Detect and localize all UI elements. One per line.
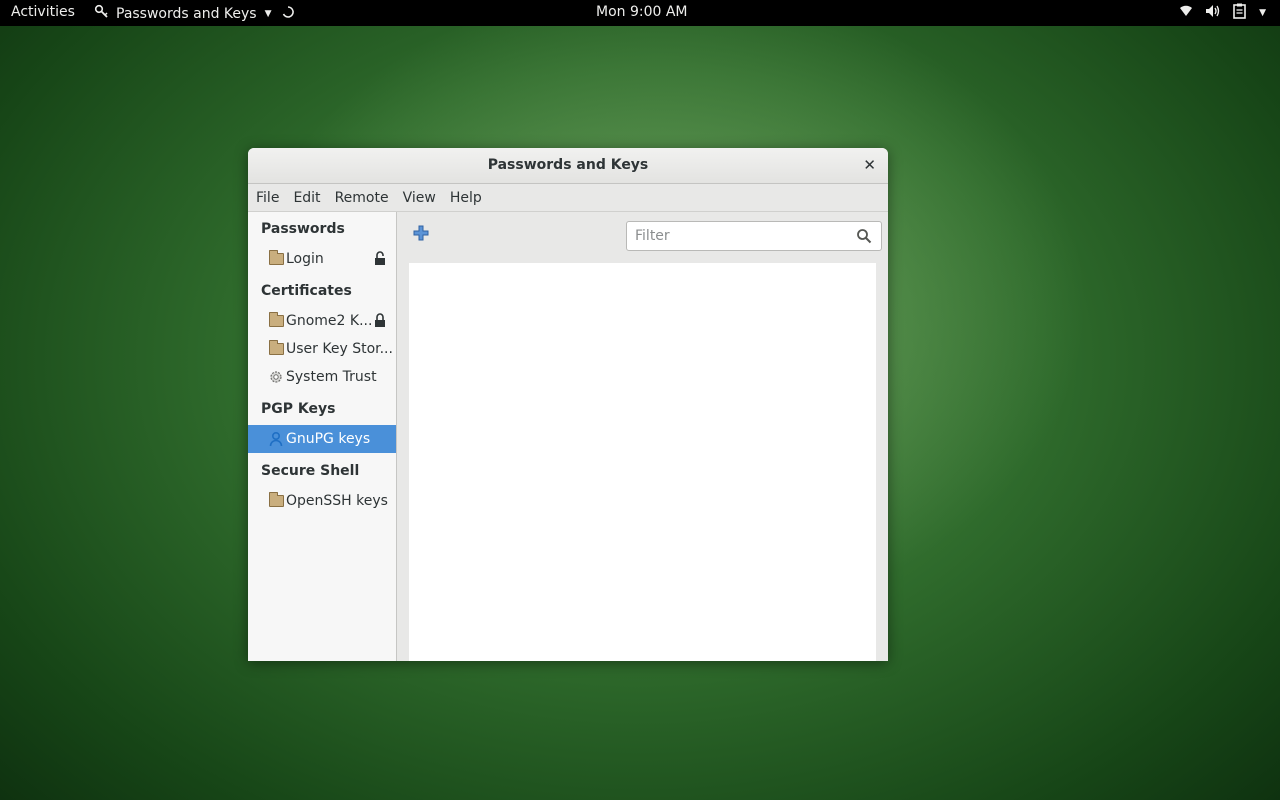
wifi-icon <box>1179 5 1193 21</box>
window-title: Passwords and Keys <box>487 157 649 173</box>
sidebar-item-label: System Trust <box>286 369 377 385</box>
sidebar-item-label: OpenSSH keys <box>286 493 388 509</box>
sidebar-item-label: User Key Stor... <box>286 341 393 357</box>
clipboard-icon <box>1233 3 1247 23</box>
section-header-secure-shell: Secure Shell <box>261 463 360 479</box>
gear-icon <box>268 369 284 385</box>
sidebar: Passwords Login Certificates Gnome2 K... <box>248 212 397 661</box>
sidebar-item-gnome2-keyring[interactable]: Gnome2 K... <box>248 307 396 335</box>
add-button[interactable] <box>411 225 431 245</box>
loading-spinner-icon <box>282 6 294 22</box>
menu-help[interactable]: Help <box>442 190 488 206</box>
section-header-certificates: Certificates <box>261 283 352 299</box>
person-icon <box>268 431 284 447</box>
folder-icon <box>268 492 284 509</box>
section-header-pgp-keys: PGP Keys <box>261 401 336 417</box>
section-header-passwords: Passwords <box>261 221 345 237</box>
volume-icon <box>1205 4 1221 22</box>
plus-icon <box>413 225 429 245</box>
close-icon[interactable]: ✕ <box>863 156 876 174</box>
chevron-down-icon: ▼ <box>264 9 272 19</box>
menu-edit[interactable]: Edit <box>285 190 326 206</box>
menu-bar: File Edit Remote View Help <box>248 184 888 212</box>
filter-input[interactable] <box>626 221 882 251</box>
passwords-and-keys-window: Passwords and Keys ✕ File Edit Remote Vi… <box>248 148 888 661</box>
folder-icon <box>268 340 284 357</box>
search-icon[interactable] <box>856 228 872 244</box>
sidebar-item-label: Login <box>286 251 324 267</box>
keys-icon <box>94 4 110 24</box>
app-menu-label: Passwords and Keys <box>116 6 257 22</box>
lock-icon[interactable] <box>374 251 386 270</box>
menu-file[interactable]: File <box>248 190 285 206</box>
top-bar: Activities Passwords and Keys ▼ Mon 9:00… <box>0 0 1280 26</box>
menu-remote[interactable]: Remote <box>327 190 395 206</box>
scrollbar-gutter <box>876 263 888 661</box>
sidebar-item-label: Gnome2 K... <box>286 313 373 329</box>
lock-icon[interactable] <box>374 313 386 332</box>
clock[interactable]: Mon 9:00 AM <box>596 4 688 20</box>
menu-view[interactable]: View <box>395 190 442 206</box>
system-status-area[interactable]: ▼ <box>1179 3 1266 23</box>
sidebar-item-label: GnuPG keys <box>286 431 371 447</box>
sidebar-item-gnupg-keys[interactable]: GnuPG keys <box>248 425 396 453</box>
folder-icon <box>268 312 284 329</box>
chevron-down-icon: ▼ <box>1259 8 1266 18</box>
activities-button[interactable]: Activities <box>11 4 75 20</box>
app-menu[interactable]: Passwords and Keys ▼ <box>94 4 294 24</box>
toolbar <box>397 212 888 262</box>
sidebar-item-user-key-storage[interactable]: User Key Stor... <box>248 335 396 363</box>
title-bar[interactable]: Passwords and Keys ✕ <box>248 148 888 184</box>
sidebar-item-openssh-keys[interactable]: OpenSSH keys <box>248 487 396 515</box>
folder-icon <box>268 250 284 267</box>
sidebar-item-login[interactable]: Login <box>248 245 396 273</box>
key-list[interactable] <box>409 263 876 661</box>
sidebar-item-system-trust[interactable]: System Trust <box>248 363 396 391</box>
